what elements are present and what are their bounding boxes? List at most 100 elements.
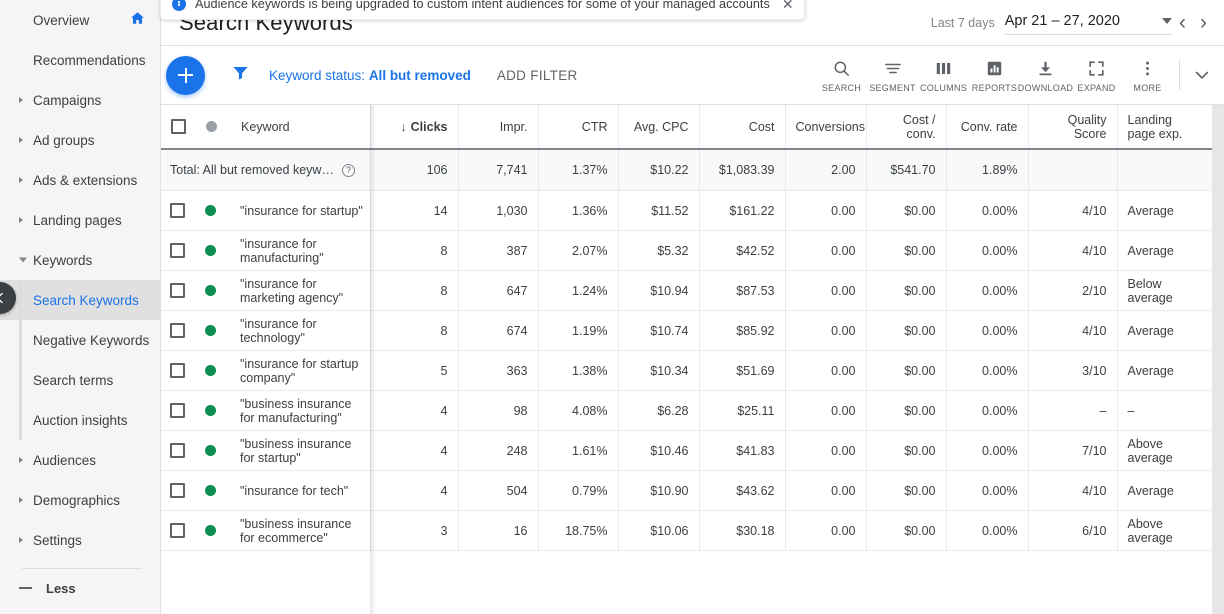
row-checkbox[interactable] — [170, 483, 185, 498]
row-checkbox[interactable] — [170, 283, 185, 298]
status-dot-icon — [205, 365, 216, 376]
sidebar-item-search-terms[interactable]: Search terms — [0, 360, 160, 400]
sidebar-item-search-keywords[interactable]: Search Keywords — [0, 280, 160, 320]
toolbar-segment-button[interactable]: SEGMENT — [867, 46, 918, 104]
total-conv-rate-cell: 1.89% — [946, 149, 1029, 191]
header-conversions[interactable]: Conversions — [785, 105, 867, 150]
cost-conv-cell: $0.00 — [866, 470, 947, 511]
table-row[interactable]: "business insurance for manufacturing" 4 9… — [161, 390, 1212, 431]
status-dot-icon — [205, 405, 216, 416]
sidebar-item-demographics[interactable]: Demographics — [0, 480, 160, 520]
sidebar-item-label: Auction insights — [33, 412, 128, 428]
header-keyword-label: Keyword — [241, 119, 290, 134]
row-checkbox[interactable] — [170, 203, 185, 218]
sidebar-item-keywords[interactable]: Keywords — [0, 240, 160, 280]
table-row[interactable]: "business insurance for ecommerce" 3 16 18.… — [161, 510, 1212, 551]
keyword-cell: "insurance for startup" — [161, 190, 371, 231]
header-avg-cpc[interactable]: Avg. CPC — [618, 105, 700, 150]
ctr-cell: 1.61% — [538, 430, 619, 471]
toolbar-download-button[interactable]: DOWNLOAD — [1017, 46, 1074, 104]
keyword-cell: "insurance for technology" — [161, 310, 371, 351]
conv-rate-cell: 0.00% — [946, 510, 1029, 551]
add-keyword-button[interactable] — [166, 55, 205, 95]
header-conv-rate[interactable]: Conv. rate — [946, 105, 1029, 150]
date-prev-button[interactable]: ‹ — [1172, 11, 1193, 35]
row-checkbox[interactable] — [170, 523, 185, 538]
header-ctr[interactable]: CTR — [538, 105, 619, 150]
row-checkbox[interactable] — [170, 403, 185, 418]
toolbar-collapse-button[interactable] — [1188, 65, 1224, 85]
ctr-cell: 1.38% — [538, 350, 619, 391]
quality-score-cell: 4/10 — [1028, 230, 1118, 271]
header-cost-conv[interactable]: Cost / conv. — [866, 105, 947, 150]
row-checkbox[interactable] — [170, 323, 185, 338]
sidebar-item-ads-extensions[interactable]: Ads & extensions — [0, 160, 160, 200]
header-clicks[interactable]: ↓ Clicks — [370, 105, 459, 150]
sidebar-item-overview[interactable]: Overview — [0, 0, 160, 40]
toolbar-search-button[interactable]: SEARCH — [816, 46, 867, 104]
sidebar-less-toggle[interactable]: Less — [0, 569, 160, 607]
chevron-down-icon — [1162, 18, 1172, 24]
toolbar-reports-button[interactable]: REPORTS — [969, 46, 1020, 104]
ctr-cell: 1.36% — [538, 190, 619, 231]
impr-cell: 363 — [458, 350, 539, 391]
table-row[interactable]: "insurance for tech" 4 504 0.79% $10.90 $43.6… — [161, 470, 1212, 511]
header-keyword[interactable]: Keyword — [161, 105, 371, 150]
keyword-text: "insurance for tech" — [240, 483, 349, 498]
impr-cell: 674 — [458, 310, 539, 351]
sidebar-item-recommendations[interactable]: Recommendations — [0, 40, 160, 80]
clicks-cell: 14 — [370, 190, 459, 231]
row-checkbox[interactable] — [170, 363, 185, 378]
clicks-cell: 4 — [370, 430, 459, 471]
help-icon[interactable]: ? — [341, 163, 355, 177]
cost-cell: $51.69 — [699, 350, 786, 391]
table-row[interactable]: "insurance for startup company" 5 363 1.38%… — [161, 350, 1212, 391]
date-range-picker[interactable]: Apr 21 – 27, 2020 — [1004, 10, 1172, 35]
header-quality-score[interactable]: Quality Score — [1028, 105, 1118, 150]
clicks-cell: 5 — [370, 350, 459, 391]
header-impr[interactable]: Impr. — [458, 105, 539, 150]
keyword-status-filter-chip[interactable]: Keyword status: All but removed — [269, 68, 471, 83]
toolbar-download-label: DOWNLOAD — [1017, 83, 1074, 93]
row-checkbox[interactable] — [170, 243, 185, 258]
toolbar-more-button[interactable]: MORE — [1122, 46, 1173, 104]
keyword-cell: "business insurance for manufacturing" — [161, 390, 371, 431]
table-row[interactable]: "insurance for technology" 8 674 1.19% $10.7… — [161, 310, 1212, 351]
download-icon — [1036, 57, 1055, 79]
sidebar-item-landing-pages[interactable]: Landing pages — [0, 200, 160, 240]
sidebar-item-auction-insights[interactable]: Auction insights — [0, 400, 160, 440]
toolbar-expand-button[interactable]: EXPAND — [1071, 46, 1122, 104]
toolbar-columns-button[interactable]: COLUMNS — [918, 46, 969, 104]
landing-page-exp-cell: Average — [1117, 190, 1212, 231]
header-cost[interactable]: Cost — [699, 105, 786, 150]
sidebar-item-label: Ads & extensions — [33, 172, 138, 188]
select-all-checkbox[interactable] — [171, 119, 186, 134]
sidebar-item-campaigns[interactable]: Campaigns — [0, 80, 160, 120]
sidebar-item-settings[interactable]: Settings — [0, 520, 160, 560]
date-next-button[interactable]: › — [1193, 11, 1214, 35]
conv-rate-cell: 0.00% — [946, 430, 1029, 471]
keywords-table-container[interactable]: Keyword ↓ Clicks Impr. CTR Avg. CPC Cost … — [161, 105, 1212, 614]
table-row[interactable]: "insurance for startup" 14 1,030 1.36% $11.5… — [161, 190, 1212, 231]
sidebar-item-negative-keywords[interactable]: Negative Keywords — [0, 320, 160, 360]
filter-icon[interactable] — [231, 63, 250, 87]
header-landing-page-exp[interactable]: Landing page exp. — [1117, 105, 1212, 150]
sidebar-item-audiences[interactable]: Audiences — [0, 440, 160, 480]
sidebar-item-label: Negative Keywords — [33, 332, 150, 348]
keyword-text: "insurance for manufacturing" — [240, 236, 324, 265]
sidebar-item-label: Ad groups — [33, 132, 95, 148]
table-row[interactable]: "business insurance for startup" 4 248 1.61… — [161, 430, 1212, 471]
total-conversions-cell: 2.00 — [785, 149, 867, 191]
row-checkbox[interactable] — [170, 443, 185, 458]
keyword-text: "insurance for startup" — [240, 203, 363, 218]
add-filter-button[interactable]: ADD FILTER — [497, 68, 578, 83]
cost-cell: $161.22 — [699, 190, 786, 231]
vertical-scrollbar[interactable] — [1212, 105, 1224, 614]
table-row[interactable]: "insurance for manufacturing" 8 387 2.07% $5… — [161, 230, 1212, 271]
table-body: Total: All but removed keyw…? 106 7,741 1.3… — [161, 149, 1212, 551]
cost-cell: $25.11 — [699, 390, 786, 431]
notification-banner: i Audience keywords is being upgraded to… — [160, 0, 805, 20]
table-row[interactable]: "insurance for marketing agency" 8 647 1.24… — [161, 270, 1212, 311]
close-icon[interactable]: ✕ — [782, 0, 794, 11]
sidebar-item-ad-groups[interactable]: Ad groups — [0, 120, 160, 160]
